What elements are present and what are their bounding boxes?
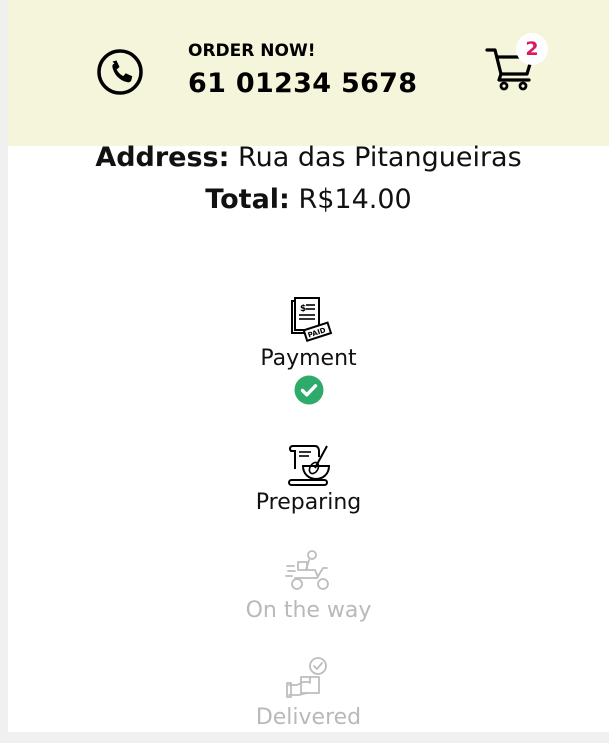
- phone-icon[interactable]: [96, 48, 144, 96]
- cart-count-badge: 2: [516, 33, 548, 65]
- paid-receipt-icon: $ PAID: [290, 297, 332, 343]
- address-line: Address: Rua das Pitangueiras: [8, 142, 609, 173]
- total-line: Total: R$14.00: [8, 184, 609, 215]
- step-label-delivered: Delivered: [255, 705, 362, 730]
- step-label-payment: Payment: [260, 346, 357, 371]
- order-now-label: ORDER NOW!: [188, 41, 316, 61]
- step-label-on-the-way: On the way: [245, 598, 372, 623]
- svg-text:$: $: [300, 304, 306, 314]
- step-on-the-way: On the way: [8, 548, 609, 623]
- phone-number[interactable]: 61 01234 5678: [188, 68, 417, 99]
- address-label: Address:: [95, 142, 230, 173]
- step-delivered: Delivered: [8, 655, 609, 730]
- check-circle-icon: [294, 375, 323, 405]
- step-preparing: Preparing: [8, 440, 609, 515]
- cooking-icon: [287, 445, 330, 486]
- header-bar: ORDER NOW! 61 01234 5678 2: [8, 0, 609, 146]
- step-label-preparing: Preparing: [255, 490, 362, 515]
- total-label: Total:: [205, 184, 290, 215]
- step-payment: $ PAID Payment: [8, 296, 609, 405]
- order-tracking-page: ORDER NOW! 61 01234 5678 2 Address: Rua …: [8, 0, 609, 732]
- delivered-package-icon: [285, 657, 327, 698]
- address-value: Rua das Pitangueiras: [238, 142, 522, 173]
- delivery-scooter-icon: [284, 550, 329, 590]
- total-value: R$14.00: [298, 184, 412, 215]
